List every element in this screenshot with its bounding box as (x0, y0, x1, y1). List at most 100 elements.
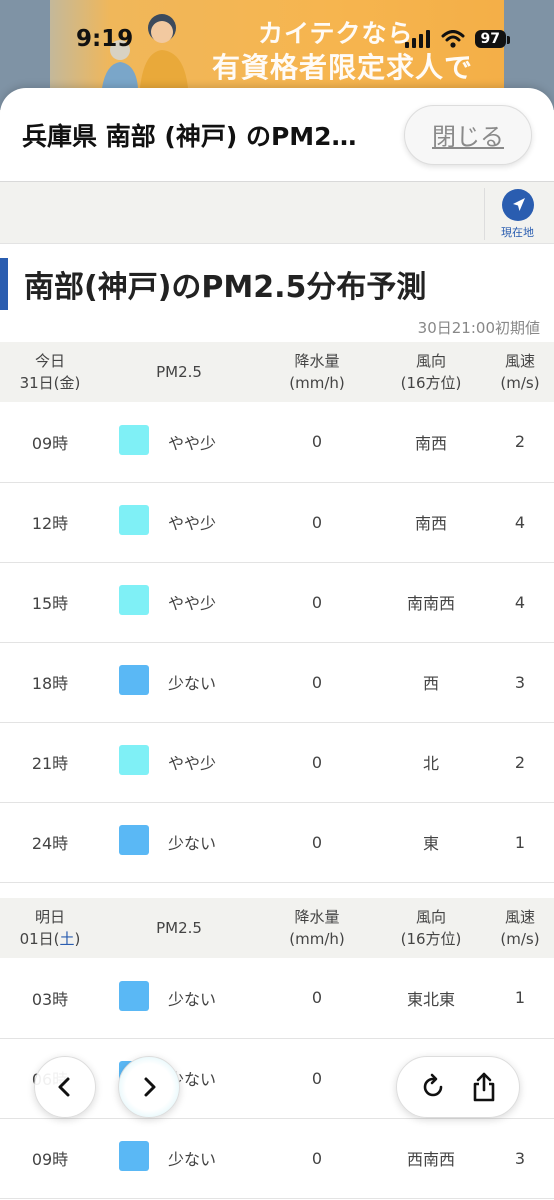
col-header-speed-label: 風速 (504, 352, 535, 370)
battery-indicator: 97 (474, 30, 511, 48)
reload-icon (423, 1073, 442, 1097)
day-spacer (0, 882, 554, 898)
forecast-time: 15時 (0, 562, 100, 643)
forecast-time: 12時 (0, 482, 100, 563)
day-spacer-cell (0, 882, 554, 898)
wind-speed: 2 (486, 402, 554, 483)
wind-direction: 東 (376, 802, 486, 883)
pm-level-icon-cell (100, 722, 168, 803)
col-header-rain-unit: (mm/h) (289, 930, 345, 948)
pm-level-label: やや少 (168, 402, 258, 483)
current-location-label: 現在地 (501, 226, 534, 239)
pm-level-label: 少ない (168, 1118, 258, 1199)
day-weekday: 土 (59, 930, 75, 948)
day-weekday: 金 (59, 374, 75, 392)
location-arrow-icon (501, 189, 534, 221)
col-header-speed-unit: (m/s) (500, 374, 540, 392)
day-date: 31日(金) (0, 372, 100, 394)
day-label: 今日 (34, 352, 65, 370)
wind-direction: 南西 (376, 402, 486, 483)
back-button[interactable] (34, 1056, 96, 1118)
col-header-dir-label: 風向 (415, 908, 446, 926)
col-header-rain: 降水量 (mm/h) (258, 898, 376, 958)
share-button[interactable] (464, 1067, 504, 1107)
forecast-row: 09時 少ない 0 西南西 3 (0, 1118, 554, 1199)
col-header-dir-unit: (16方位) (400, 374, 462, 392)
forward-button[interactable] (118, 1056, 180, 1118)
pm-level-swatch-icon (117, 978, 151, 1013)
day-label-cell: 明日 01日(土) (0, 898, 100, 958)
wifi-icon (441, 30, 465, 48)
pm-level-label: 少ない (168, 802, 258, 883)
sheet-header: 兵庫県 南部 (神戸) のPM2… 閉じる (0, 88, 554, 182)
wind-direction: 北 (376, 722, 486, 803)
col-header-speed: 風速 (m/s) (486, 898, 554, 958)
section-title: 南部(神戸)のPM2.5分布予測 (0, 258, 554, 310)
pm-level-swatch-icon (117, 422, 151, 457)
day-date-prefix: 01日( (19, 930, 60, 948)
status-time: 9:19 (76, 26, 134, 52)
forecast-row: 03時 少ない 0 東北東 1 (0, 958, 554, 1039)
pm-level-icon-cell (100, 802, 168, 883)
pm-level-label: やや少 (168, 482, 258, 563)
forecast-time: 09時 (0, 1118, 100, 1199)
rain-value: 0 (258, 562, 376, 643)
col-header-rain-unit: (mm/h) (289, 374, 345, 392)
close-button[interactable]: 閉じる (404, 104, 532, 165)
forecast-time: 03時 (0, 958, 100, 1039)
pm-level-icon-cell (100, 642, 168, 723)
forecast-row: 09時 やや少 0 南西 2 (0, 402, 554, 483)
pm-level-icon-cell (100, 562, 168, 643)
pm-level-label: 少ない (168, 642, 258, 723)
forecast-time: 24時 (0, 802, 100, 883)
pm-level-swatch-icon (117, 743, 151, 777)
col-header-rain-label: 降水量 (294, 908, 340, 926)
pm-level-label: やや少 (168, 722, 258, 803)
wind-speed: 4 (486, 562, 554, 643)
pm-level-icon-cell (100, 402, 168, 483)
day-header-row: 明日 01日(土) PM2.5 降水量 (mm/h) 風向 (16方位) 風速 (m/s) (0, 898, 554, 958)
rain-value: 0 (258, 482, 376, 563)
current-location-button[interactable]: 現在地 (484, 188, 540, 240)
col-header-rain: 降水量 (mm/h) (258, 342, 376, 402)
pm-level-icon-cell (100, 482, 168, 563)
col-header-rain-label: 降水量 (294, 352, 340, 370)
wind-direction: 東北東 (376, 958, 486, 1039)
rain-value: 0 (258, 722, 376, 803)
forecast-row: 24時 少ない 0 東 1 (0, 802, 554, 883)
wind-speed: 3 (486, 1118, 554, 1199)
col-header-speed: 風速 (m/s) (486, 342, 554, 402)
col-header-speed-unit: (m/s) (500, 930, 540, 948)
browser-action-controls (396, 1056, 520, 1118)
init-time: 30日21:00初期値 (417, 319, 540, 337)
rain-value: 0 (258, 402, 376, 483)
browser-nav-controls (34, 1056, 182, 1118)
day-date-prefix: 31日( (19, 374, 60, 392)
share-icon (473, 1072, 494, 1102)
day-header-row: 今日 31日(金) PM2.5 降水量 (mm/h) 風向 (16方位) 風速 (m/s) (0, 342, 554, 402)
sheet-title: 兵庫県 南部 (神戸) のPM2… (22, 121, 357, 151)
reload-button[interactable] (413, 1067, 453, 1107)
pm-level-label: 少ない (168, 958, 258, 1039)
location-bar: 現在地 (0, 182, 554, 244)
pm-level-swatch-icon (117, 823, 151, 857)
wind-speed: 4 (486, 482, 554, 563)
day-date-suffix: ) (74, 374, 81, 392)
rain-value: 0 (258, 802, 376, 883)
pm-level-icon-cell (100, 1118, 168, 1199)
day-date-suffix: ) (74, 930, 81, 948)
wind-direction: 南西 (376, 482, 486, 563)
forecast-row: 21時 やや少 0 北 2 (0, 722, 554, 803)
forecast-row: 12時 やや少 0 南西 4 (0, 482, 554, 563)
day-label-cell: 今日 31日(金) (0, 342, 100, 402)
rain-value: 0 (258, 1038, 376, 1119)
wind-direction: 西 (376, 642, 486, 723)
col-header-pm: PM2.5 (100, 898, 258, 958)
web-sheet: 兵庫県 南部 (神戸) のPM2… 閉じる 現在地 南部(神戸)のPM2.5分布… (0, 88, 554, 1200)
chevron-left-icon (58, 1077, 70, 1097)
day-label: 明日 (34, 908, 65, 926)
forecast-row: 15時 やや少 0 南南西 4 (0, 562, 554, 643)
status-icons: 97 (404, 30, 511, 48)
wind-direction: 南南西 (376, 562, 486, 643)
rain-value: 0 (258, 642, 376, 723)
